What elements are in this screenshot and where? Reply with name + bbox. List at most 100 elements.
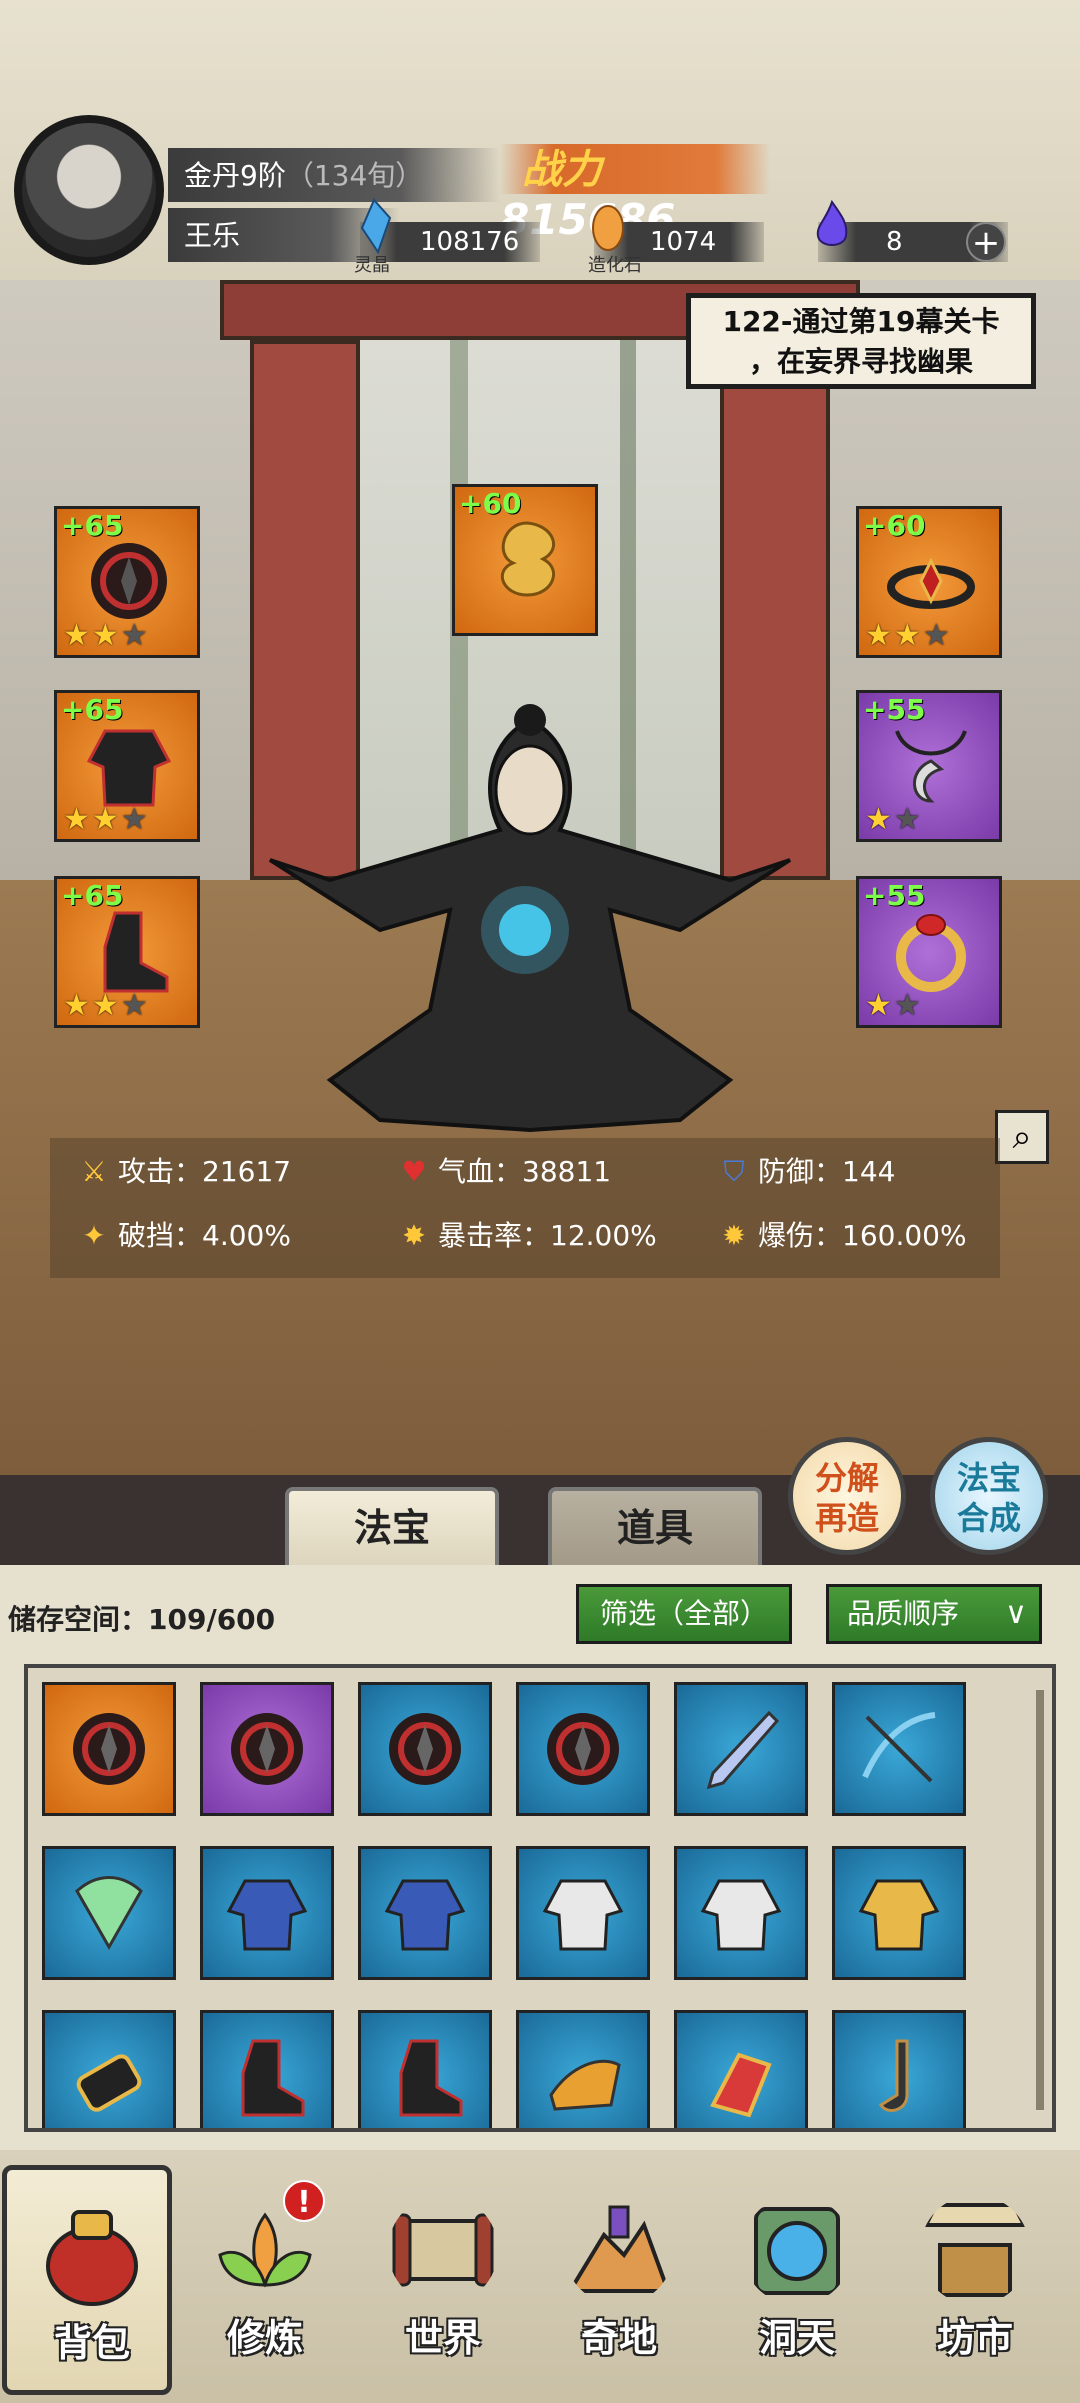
equip-slot-armor[interactable]: +65 ★★★ [54, 690, 200, 842]
nav-cave-heaven[interactable]: 洞天 [712, 2165, 882, 2395]
bonus-level: +60 [459, 487, 522, 520]
rank-detail: （134旬） [285, 159, 424, 192]
inventory-item[interactable] [200, 2010, 334, 2128]
inventory-item[interactable] [358, 1846, 492, 1980]
bonus-level: +65 [61, 693, 124, 726]
necklace-icon [895, 730, 967, 803]
player-avatar[interactable] [14, 115, 164, 265]
synthesize-button[interactable]: 法宝 合成 [930, 1437, 1048, 1555]
nav-world[interactable]: 世界 [358, 2165, 528, 2395]
nav-market[interactable]: 坊市 [890, 2165, 1060, 2395]
inventory-item[interactable] [516, 2010, 650, 2128]
power-label: 战力 [522, 147, 602, 193]
crown-headband-icon [887, 557, 975, 609]
spiked-wheel-icon [389, 1713, 461, 1785]
inventory-item[interactable] [674, 2010, 808, 2128]
inventory-item[interactable] [358, 1682, 492, 1816]
inventory-scrollbar[interactable] [1036, 1690, 1044, 2110]
break-icon: ✦ [82, 1219, 106, 1252]
blue-robe-icon [226, 1879, 308, 1951]
storage-label: 储存空间： [8, 1603, 149, 1636]
equip-slot-talisman[interactable]: +60 [452, 484, 598, 636]
equip-slot-ring[interactable]: +55 ★★ [856, 876, 1002, 1028]
star-rating: ★★★ [63, 988, 150, 1023]
inventory-item[interactable] [516, 1846, 650, 1980]
portal-icon [754, 2207, 840, 2295]
boots-icon [103, 911, 169, 993]
inventory-item[interactable] [200, 1846, 334, 1980]
white-robe-icon [542, 1879, 624, 1951]
inventory-item[interactable] [832, 2010, 966, 2128]
star-rating: ★★ [865, 988, 923, 1023]
star-rating: ★★★ [865, 618, 952, 653]
inventory-item[interactable] [42, 1846, 176, 1980]
inventory-item[interactable] [42, 1682, 176, 1816]
tab-items[interactable]: 道具 [548, 1487, 762, 1569]
star-rating: ★★★ [63, 802, 150, 837]
inventory-item[interactable] [674, 1682, 808, 1816]
search-icon[interactable]: ⌕ [995, 1110, 1049, 1164]
sort-dropdown[interactable]: 品质顺序 ∨ [826, 1584, 1042, 1644]
star-rating: ★★★ [63, 618, 150, 653]
add-resource-button[interactable]: + [966, 222, 1006, 262]
inventory-item[interactable] [516, 1682, 650, 1816]
boots-icon [241, 2039, 305, 2117]
combat-power: 战力815686 [500, 144, 770, 244]
decompose-button[interactable]: 分解 再造 [788, 1437, 906, 1555]
equip-slot-weapon[interactable]: +65 ★★★ [54, 506, 200, 658]
red-gauntlet-icon [710, 2052, 772, 2118]
crit-damage-icon: ✹ [722, 1219, 746, 1252]
resource-creation-stone[interactable]: 造化石 1074 [588, 205, 764, 276]
inventory-item[interactable] [200, 1682, 334, 1816]
equip-slot-necklace[interactable]: +55 ★★ [856, 690, 1002, 842]
spiked-wheel-icon [73, 1713, 145, 1785]
golden-boot-icon [549, 2059, 621, 2111]
nav-label: 洞天 [758, 2316, 835, 2360]
tab-magic-treasure[interactable]: 法宝 [285, 1487, 499, 1569]
stats-panel: ⚔ 攻击：21617 ♥ 气血：38811 ⛉ 防御：144 ✦ 破挡：4.00% ✸ 暴… [50, 1138, 1000, 1278]
tab-bar [0, 1475, 1080, 1565]
sword-icon: ⚔ [81, 1155, 107, 1188]
stat-defense: ⛉ 防御：144 [716, 1142, 895, 1202]
golden-armor-icon [858, 1879, 940, 1951]
heart-icon: ♥ [401, 1155, 427, 1188]
equip-slot-headband[interactable]: +60 ★★★ [856, 506, 1002, 658]
quest-text-line1: 122-通过第19幕关卡 [722, 305, 1000, 338]
stat-crit-damage: ✹ 爆伤：160.00% [716, 1206, 966, 1266]
nav-bag[interactable]: 背包 [2, 2165, 172, 2395]
nav-label: 修炼 [226, 2316, 303, 2360]
inventory-item[interactable] [42, 2010, 176, 2128]
inventory-item[interactable] [832, 1846, 966, 1980]
spiked-wheel-icon [91, 543, 167, 619]
white-robe-icon [700, 1879, 782, 1951]
inventory-item[interactable] [358, 2010, 492, 2128]
inventory-item[interactable] [674, 1846, 808, 1980]
scroll-map-icon [392, 2213, 494, 2287]
bag-icon [46, 2210, 138, 2306]
equip-slot-boots[interactable]: +65 ★★★ [54, 876, 200, 1028]
player-name-text: 王乐 [184, 219, 241, 252]
filter-button[interactable]: 筛选（全部） [576, 1584, 792, 1644]
stat-break: ✦ 破挡：4.00% [76, 1206, 291, 1266]
sword-blade-icon [706, 1710, 780, 1790]
nav-wonderland[interactable]: 奇地 [534, 2165, 704, 2395]
inventory-grid [24, 1664, 1056, 2132]
quest-banner[interactable]: 122-通过第19幕关卡 ，在妄界寻找幽果 [686, 293, 1036, 389]
fan-icon [75, 1876, 143, 1951]
shield-icon: ⛉ [723, 1155, 745, 1188]
nav-label: 坊市 [936, 2316, 1013, 2360]
bonus-level: +55 [863, 693, 926, 726]
mountain-pagoda-icon [566, 2205, 671, 2293]
nav-label: 世界 [404, 2316, 481, 2360]
golden-ring-icon [896, 914, 966, 992]
stat-hp: ♥ 气血：38811 [396, 1142, 611, 1202]
resource-spirit-crystal[interactable]: 灵晶 108176 [354, 198, 540, 276]
crit-icon: ✸ [402, 1219, 426, 1252]
bonus-level: +60 [863, 509, 926, 542]
spiked-wheel-icon [231, 1713, 303, 1785]
blue-robe-icon [384, 1879, 466, 1951]
inventory-item[interactable] [832, 1682, 966, 1816]
sort-label: 品质顺序 [847, 1597, 960, 1630]
bonus-level: +65 [61, 509, 124, 542]
market-stall-icon [922, 2203, 1028, 2297]
